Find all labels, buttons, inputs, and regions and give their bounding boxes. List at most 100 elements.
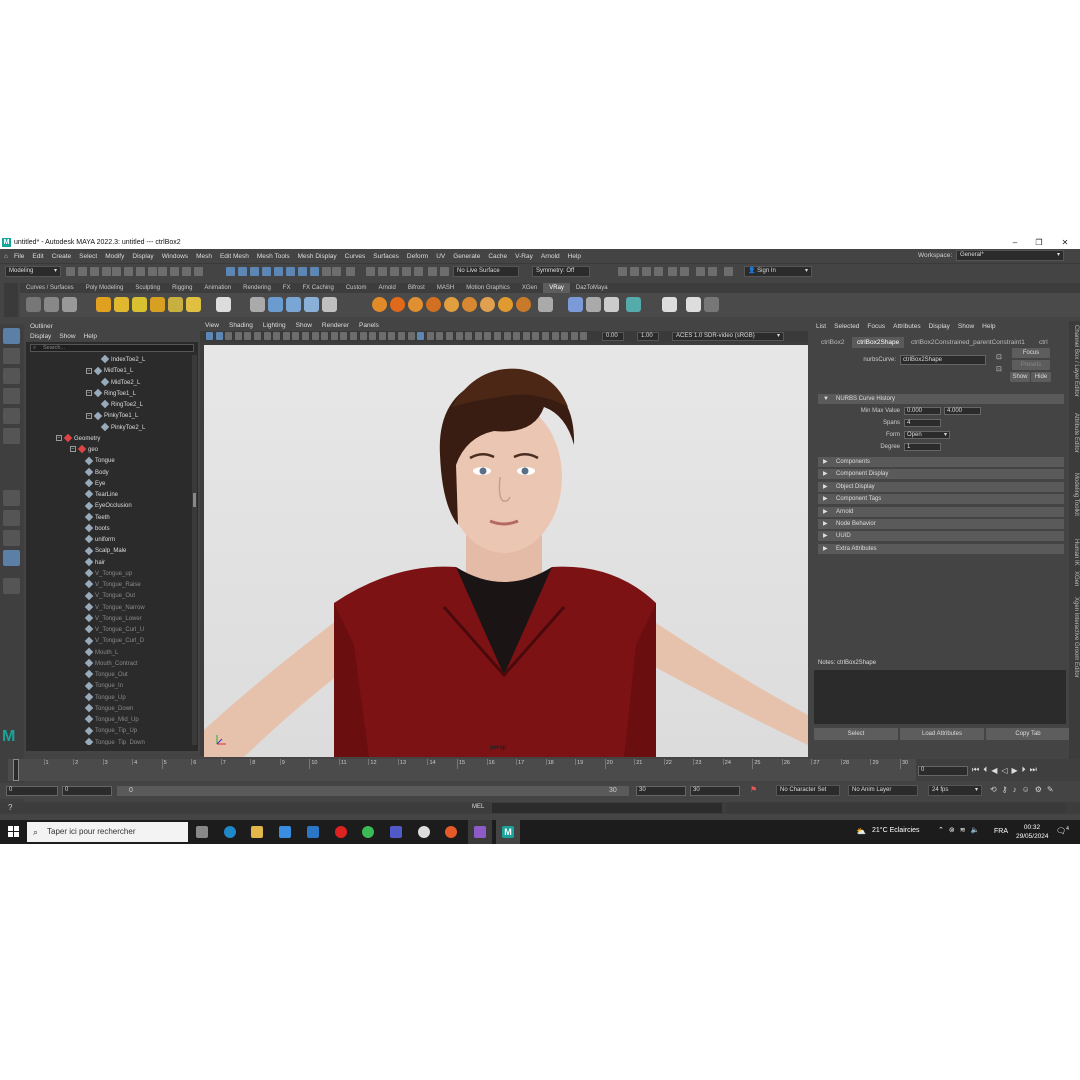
menu-edit[interactable]: Edit bbox=[28, 253, 47, 260]
section-object-display[interactable]: ▶ Object Display bbox=[818, 481, 1064, 492]
attr-tab-ctrlbox2constrained-parentconstraint1[interactable]: ctrlBox2Constrained_parentConstraint1 bbox=[906, 337, 1030, 348]
outliner-item[interactable]: Tongue_Up bbox=[84, 692, 126, 704]
shelf-tab-vray[interactable]: VRay bbox=[543, 283, 570, 293]
shelf-tab-custom[interactable]: Custom bbox=[340, 283, 373, 293]
outliner-item[interactable]: − RingToe1_L bbox=[86, 388, 136, 400]
outliner-item[interactable]: Tongue_In bbox=[84, 681, 123, 692]
outliner-scrollbar[interactable] bbox=[192, 355, 197, 745]
weather-text[interactable]: 21°C Eclaircies bbox=[872, 827, 920, 834]
load-attributes-button[interactable]: Load Attributes bbox=[900, 728, 984, 740]
outliner-menu-help[interactable]: Help bbox=[80, 332, 101, 342]
shelf-tab-daztomaya[interactable]: DazToMaya bbox=[570, 283, 614, 293]
menu-select[interactable]: Select bbox=[75, 253, 101, 260]
presets-button[interactable]: Presets bbox=[1012, 360, 1050, 370]
scale-tool-icon[interactable] bbox=[3, 428, 20, 444]
outliner-item[interactable]: − Geometry bbox=[56, 433, 100, 445]
exposure-field[interactable]: 0.00 bbox=[602, 332, 624, 341]
shelf-tool-icon-27[interactable] bbox=[604, 297, 619, 312]
shelf-tab-sculpting[interactable]: Sculpting bbox=[129, 283, 166, 293]
status-tool-icon-5[interactable] bbox=[124, 267, 133, 276]
outliner-item[interactable]: − MidToe1_L bbox=[86, 366, 133, 377]
store-icon[interactable] bbox=[279, 826, 291, 838]
script-icon[interactable]: ✎ bbox=[1047, 785, 1054, 794]
status-tool-icon-36[interactable] bbox=[696, 267, 705, 276]
expand-icon[interactable]: − bbox=[86, 367, 92, 374]
home-icon[interactable]: ⌂ bbox=[0, 253, 10, 260]
search-icon[interactable] bbox=[3, 578, 20, 594]
viewport-tool-icon-26[interactable] bbox=[455, 332, 463, 340]
status-tool-icon-27[interactable] bbox=[414, 267, 423, 276]
menu-uv[interactable]: UV bbox=[432, 253, 449, 260]
task-view-icon[interactable] bbox=[196, 826, 208, 838]
side-tab-human-ik[interactable]: Human IK bbox=[1073, 539, 1079, 566]
fps-dropdown[interactable]: 24 fps ▾ bbox=[928, 785, 982, 796]
outliner-item[interactable]: V_Tongue_Raise bbox=[84, 580, 141, 591]
menu-edit-mesh[interactable]: Edit Mesh bbox=[216, 253, 253, 260]
move-tool-icon[interactable] bbox=[3, 388, 20, 404]
section-components[interactable]: ▶ Components bbox=[818, 457, 1064, 467]
status-tool-icon-23[interactable] bbox=[366, 267, 375, 276]
range-bar[interactable]: 0 30 bbox=[117, 786, 629, 796]
outliner-item[interactable]: Eye bbox=[84, 478, 105, 490]
shelf-tool-icon-12[interactable] bbox=[286, 297, 301, 312]
shelf-tool-icon-14[interactable] bbox=[322, 297, 337, 312]
shelf-tool-icon-9[interactable] bbox=[216, 297, 231, 312]
command-mode[interactable]: MEL bbox=[472, 804, 484, 810]
menu-mesh-tools[interactable]: Mesh Tools bbox=[253, 253, 294, 260]
shelf-tool-icon-22[interactable] bbox=[498, 297, 513, 312]
viewport-tool-icon-21[interactable] bbox=[407, 332, 415, 340]
network-icon[interactable]: ⊚ bbox=[949, 826, 955, 834]
viewport-tool-icon-39[interactable] bbox=[580, 332, 588, 340]
viewport-tool-icon-36[interactable] bbox=[551, 332, 559, 340]
status-tool-icon-10[interactable] bbox=[182, 267, 191, 276]
menu-mesh[interactable]: Mesh bbox=[192, 253, 216, 260]
status-tool-icon-33[interactable] bbox=[654, 267, 663, 276]
menu-generate[interactable]: Generate bbox=[449, 253, 484, 260]
single-pane-icon[interactable] bbox=[3, 490, 20, 506]
clock[interactable]: 00:32 29/05/2024 bbox=[1016, 823, 1049, 841]
viewport-tool-icon-33[interactable] bbox=[522, 332, 530, 340]
teams-icon[interactable] bbox=[390, 826, 402, 838]
shelf-tool-icon-28[interactable] bbox=[626, 297, 641, 312]
shelf-tab-fx-caching[interactable]: FX Caching bbox=[296, 283, 339, 293]
edge-icon[interactable] bbox=[224, 826, 236, 838]
shelf-tool-icon-30[interactable] bbox=[686, 297, 701, 312]
shelf-tab-xgen[interactable]: XGen bbox=[516, 283, 543, 293]
side-tab-xgen[interactable]: XGen bbox=[1073, 571, 1079, 586]
outliner-item[interactable]: Body bbox=[84, 467, 109, 479]
viewport-menu-view[interactable]: View bbox=[200, 321, 224, 331]
viewport-tool-icon-19[interactable] bbox=[388, 332, 396, 340]
shelf-tool-icon-19[interactable] bbox=[444, 297, 459, 312]
playback-end-field[interactable]: 30 bbox=[636, 786, 686, 796]
notes-textarea[interactable] bbox=[814, 670, 1066, 724]
step-back-frame-icon[interactable]: ◀ bbox=[991, 766, 997, 775]
status-tool-icon-28[interactable] bbox=[428, 267, 437, 276]
copy-tab-button[interactable]: Copy Tab bbox=[986, 728, 1070, 740]
shelf-tool-icon-23[interactable] bbox=[516, 297, 531, 312]
gamma-field[interactable]: 1.00 bbox=[637, 332, 659, 341]
four-pane-icon[interactable] bbox=[3, 510, 20, 526]
3d-scene[interactable]: persp bbox=[204, 345, 808, 757]
shelf-tab-mash[interactable]: MASH bbox=[431, 283, 460, 293]
expand-icon[interactable]: − bbox=[56, 435, 62, 442]
menu-create[interactable]: Create bbox=[48, 253, 76, 260]
anim-layer-dropdown[interactable]: No Anim Layer bbox=[848, 785, 918, 796]
maya-taskbar-item[interactable]: M bbox=[496, 820, 520, 844]
shelf-tool-icon-8[interactable] bbox=[186, 297, 201, 312]
outliner-item[interactable]: Tongue_Mid_Up bbox=[84, 715, 139, 726]
go-to-end-icon[interactable]: ⏭ bbox=[1030, 765, 1037, 775]
viewport-tool-icon-8[interactable] bbox=[282, 332, 290, 340]
viewport-tool-icon-6[interactable] bbox=[263, 332, 271, 340]
play-forward-icon[interactable]: ▶ bbox=[1012, 766, 1018, 775]
viewport-tool-icon-10[interactable] bbox=[302, 332, 309, 340]
paint-select-icon[interactable] bbox=[3, 368, 20, 384]
status-tool-icon-19[interactable] bbox=[310, 267, 319, 276]
section-uuid[interactable]: ▶ UUID bbox=[818, 531, 1064, 542]
viewport-tool-icon-37[interactable] bbox=[561, 332, 569, 340]
step-back-key-icon[interactable]: ⏴ bbox=[983, 765, 987, 775]
lasso-tool-icon[interactable] bbox=[3, 348, 20, 364]
status-tool-icon-16[interactable] bbox=[274, 267, 283, 276]
viewport-menu-panels[interactable]: Panels bbox=[354, 321, 384, 331]
play-back-icon[interactable]: ◁ bbox=[1001, 766, 1007, 775]
menu-help[interactable]: Help bbox=[564, 253, 585, 260]
